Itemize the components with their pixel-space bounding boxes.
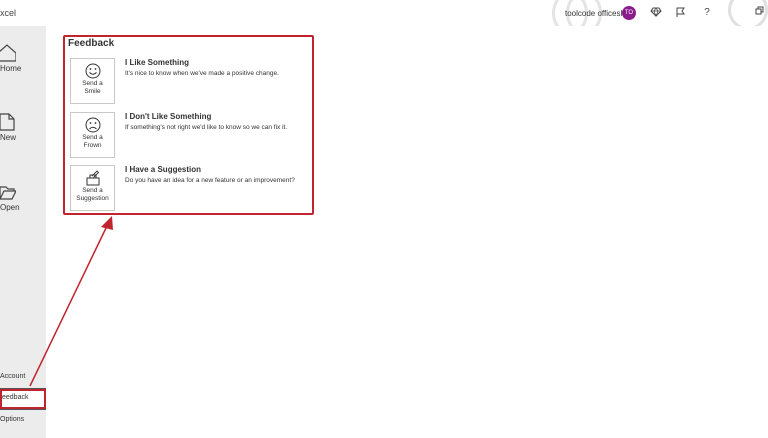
annotation-arrow [29,216,113,387]
